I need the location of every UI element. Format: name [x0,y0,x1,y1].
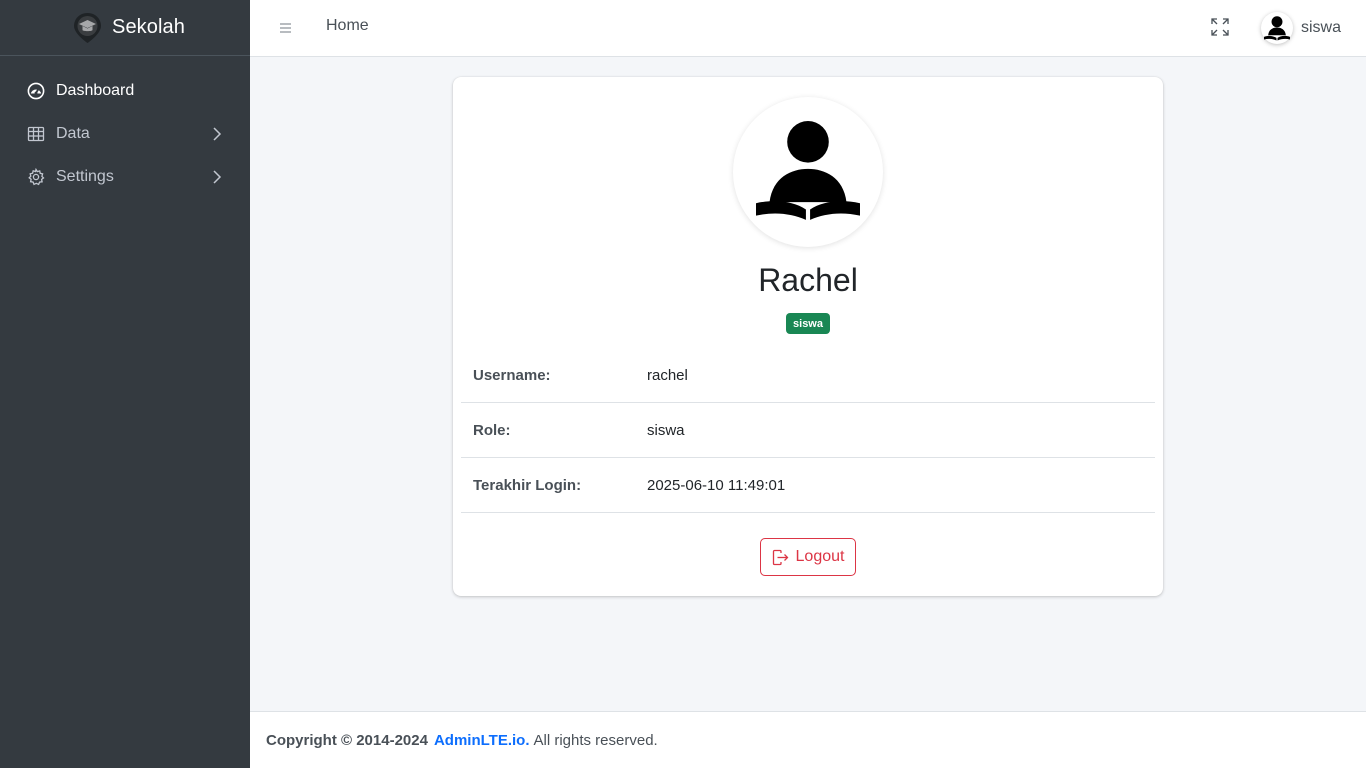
info-row-username: Username: rachel [461,348,1155,403]
info-row-role: Role: siswa [461,403,1155,458]
speedometer-icon [27,82,45,100]
brand-name: Sekolah [112,16,185,38]
info-label: Terakhir Login: [473,476,582,494]
sidebar-item-settings[interactable]: Settings [0,155,250,198]
footer-link[interactable]: AdminLTE.io. [434,732,530,749]
sidebar: Sekolah Dashboard Data Settings [0,0,250,768]
student-reading-icon [756,121,860,220]
logout-icon [772,549,788,565]
footer-copyright: Copyright © 2014-2024 [266,731,428,749]
sidebar-menu: Dashboard Data Settings [0,56,250,198]
chevron-right-icon [213,169,222,184]
info-value: 2025-06-10 11:49:01 [647,476,786,494]
profile-name: Rachel [758,262,858,298]
fullscreen-icon[interactable] [1211,18,1229,36]
graduation-cap-pin-icon [74,12,101,43]
info-value: rachel [647,366,688,384]
sidebar-item-data[interactable]: Data [0,112,250,155]
footer: Copyright © 2014-2024 AdminLTE.io. All r… [250,711,1366,768]
profile-card: Rachel siswa Username: rachel Role: sisw… [453,77,1163,596]
hamburger-icon[interactable] [279,20,292,36]
profile-avatar [733,97,883,247]
info-value: siswa [647,421,685,439]
sidebar-item-dashboard[interactable]: Dashboard [0,69,250,112]
logout-label: Logout [795,548,845,565]
chevron-right-icon [213,126,222,141]
top-navbar: Home siswa [250,0,1366,57]
info-row-last-login: Terakhir Login: 2025-06-10 11:49:01 [461,458,1155,513]
table-icon [27,125,45,143]
brand-link[interactable]: Sekolah [0,0,250,56]
user-menu[interactable]: siswa [1261,10,1341,46]
sidebar-item-label: Data [56,124,90,142]
info-label: Username: [473,366,551,384]
sidebar-item-label: Dashboard [56,81,135,99]
info-label: Role: [473,421,511,439]
logout-button[interactable]: Logout [760,538,856,576]
user-name: siswa [1301,19,1342,36]
sidebar-item-label: Settings [56,167,114,185]
student-reading-icon [1264,16,1290,41]
role-badge: siswa [786,313,830,334]
avatar [1261,12,1293,44]
nav-home-link[interactable]: Home [326,17,369,35]
profile-info-table: Username: rachel Role: siswa Terakhir Lo… [461,348,1155,513]
footer-rights: All rights reserved. [533,731,658,749]
gear-icon [27,167,45,186]
